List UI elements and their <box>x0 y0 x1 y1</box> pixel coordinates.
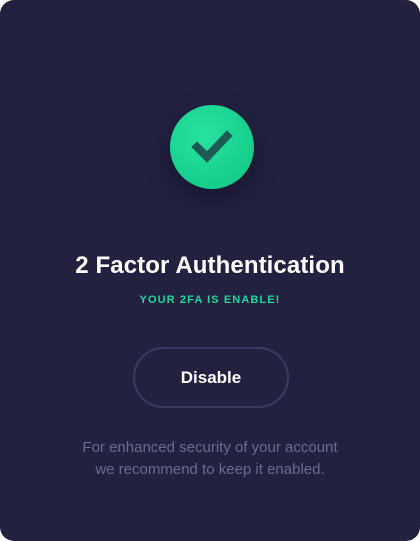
security-note-line-1: For enhanced security of your account <box>82 439 338 456</box>
page-title: 2 Factor Authentication <box>75 252 345 279</box>
checkmark-icon <box>191 130 233 163</box>
status-text: YOUR 2FA IS ENABLE! <box>139 294 281 306</box>
security-note-line-2: we recommend to keep it enabled. <box>95 461 325 478</box>
two-factor-card: 2 Factor Authentication YOUR 2FA IS ENAB… <box>0 0 420 541</box>
security-note: For enhanced security of your account we… <box>40 437 380 481</box>
success-badge <box>170 105 254 189</box>
disable-button[interactable]: Disable <box>133 347 289 408</box>
